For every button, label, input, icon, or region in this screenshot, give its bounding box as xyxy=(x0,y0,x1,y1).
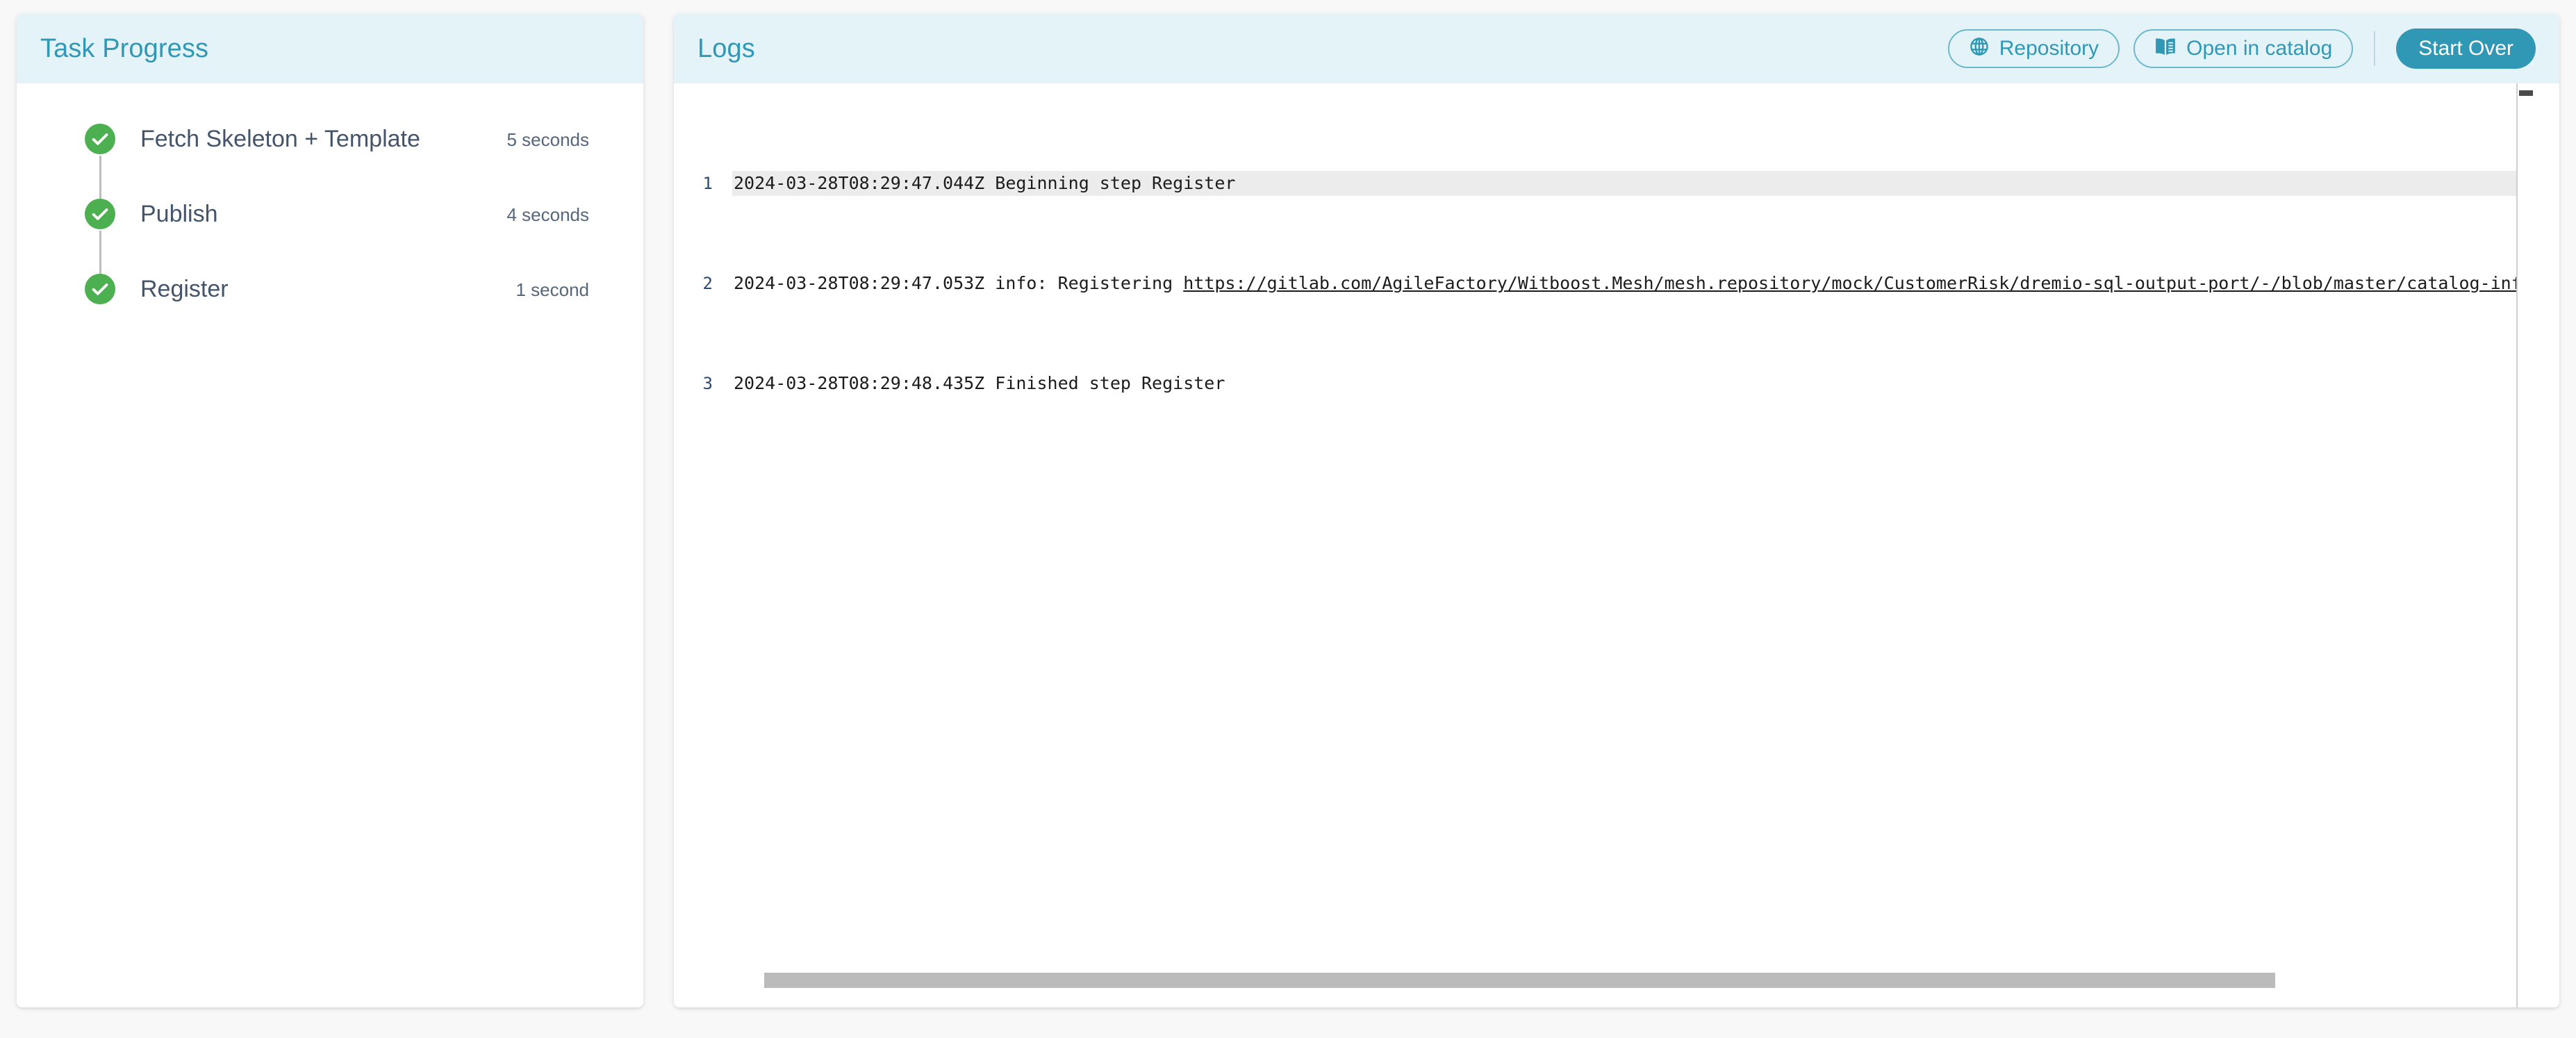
check-circle-icon xyxy=(85,199,115,229)
page-title: Task Progress xyxy=(40,34,209,63)
check-circle-icon xyxy=(85,274,115,304)
horizontal-scrollbar-track[interactable] xyxy=(674,973,2518,988)
task-step-duration: 5 seconds xyxy=(506,129,589,150)
log-line-url[interactable]: https://gitlab.com/AgileFactory/Witboost… xyxy=(1183,273,2516,293)
logs-panel: Logs Repository Open in catalog Start Ov… xyxy=(674,14,2559,1007)
task-step-bullet xyxy=(83,274,117,304)
log-line-text: 2024-03-28T08:29:47.044Z Beginning step … xyxy=(732,171,2516,196)
check-circle-icon xyxy=(85,124,115,154)
task-progress-header: Task Progress xyxy=(17,14,643,83)
log-line: 2 2024-03-28T08:29:47.053Z info: Registe… xyxy=(674,271,2516,296)
vertical-scrollbar-thumb[interactable] xyxy=(2519,90,2533,96)
task-step-bullet xyxy=(83,199,117,274)
task-step-label: Register xyxy=(140,276,229,302)
horizontal-scrollbar-thumb[interactable] xyxy=(764,973,2275,988)
task-step-connector xyxy=(99,156,101,199)
task-step-duration: 1 second xyxy=(515,279,589,300)
open-in-catalog-button-label: Open in catalog xyxy=(2186,37,2333,60)
repository-button-label: Repository xyxy=(1999,37,2099,60)
log-scroll-area[interactable]: 1 2024-03-28T08:29:47.044Z Beginning ste… xyxy=(674,83,2518,1007)
log-line-prefix: 2024-03-28T08:29:47.053Z info: Registeri… xyxy=(734,273,1184,293)
log-line-number: 3 xyxy=(702,374,713,393)
app-root: Task Progress Fetch Skeleton + Template … xyxy=(0,0,2576,1038)
task-step-row[interactable]: Fetch Skeleton + Template 5 seconds xyxy=(17,124,643,199)
task-step-duration: 4 seconds xyxy=(506,204,589,225)
task-step-label: Fetch Skeleton + Template xyxy=(140,126,420,152)
task-step-list: Fetch Skeleton + Template 5 seconds Publ… xyxy=(17,83,643,1007)
task-step-row[interactable]: Publish 4 seconds xyxy=(17,199,643,274)
start-over-button[interactable]: Start Over xyxy=(2396,28,2536,69)
logs-header: Logs Repository Open in catalog Start Ov… xyxy=(674,14,2559,83)
menu-book-icon xyxy=(2154,36,2177,61)
open-in-catalog-button[interactable]: Open in catalog xyxy=(2133,29,2354,68)
logs-title: Logs xyxy=(697,34,755,63)
log-viewport: 1 2024-03-28T08:29:47.044Z Beginning ste… xyxy=(674,83,2559,1007)
task-step-label: Publish xyxy=(140,201,218,227)
log-lines: 1 2024-03-28T08:29:47.044Z Beginning ste… xyxy=(674,83,2516,471)
repository-button[interactable]: Repository xyxy=(1947,29,2120,68)
task-progress-panel: Task Progress Fetch Skeleton + Template … xyxy=(17,14,643,1007)
log-line: 3 2024-03-28T08:29:48.435Z Finished step… xyxy=(674,371,2516,396)
logs-header-actions: Repository Open in catalog Start Over xyxy=(1947,28,2536,69)
log-line-number: 2 xyxy=(702,274,713,293)
log-line-text: 2024-03-28T08:29:47.053Z info: Registeri… xyxy=(732,271,2516,296)
globe-icon xyxy=(1969,36,1990,61)
log-line-text: 2024-03-28T08:29:48.435Z Finished step R… xyxy=(734,373,1225,393)
log-line: 1 2024-03-28T08:29:47.044Z Beginning ste… xyxy=(674,171,2516,196)
task-step-bullet xyxy=(83,124,117,199)
action-divider xyxy=(2374,31,2376,66)
task-step-connector xyxy=(99,231,101,274)
log-line-number: 1 xyxy=(702,174,713,193)
task-step-row[interactable]: Register 1 second xyxy=(17,274,643,315)
